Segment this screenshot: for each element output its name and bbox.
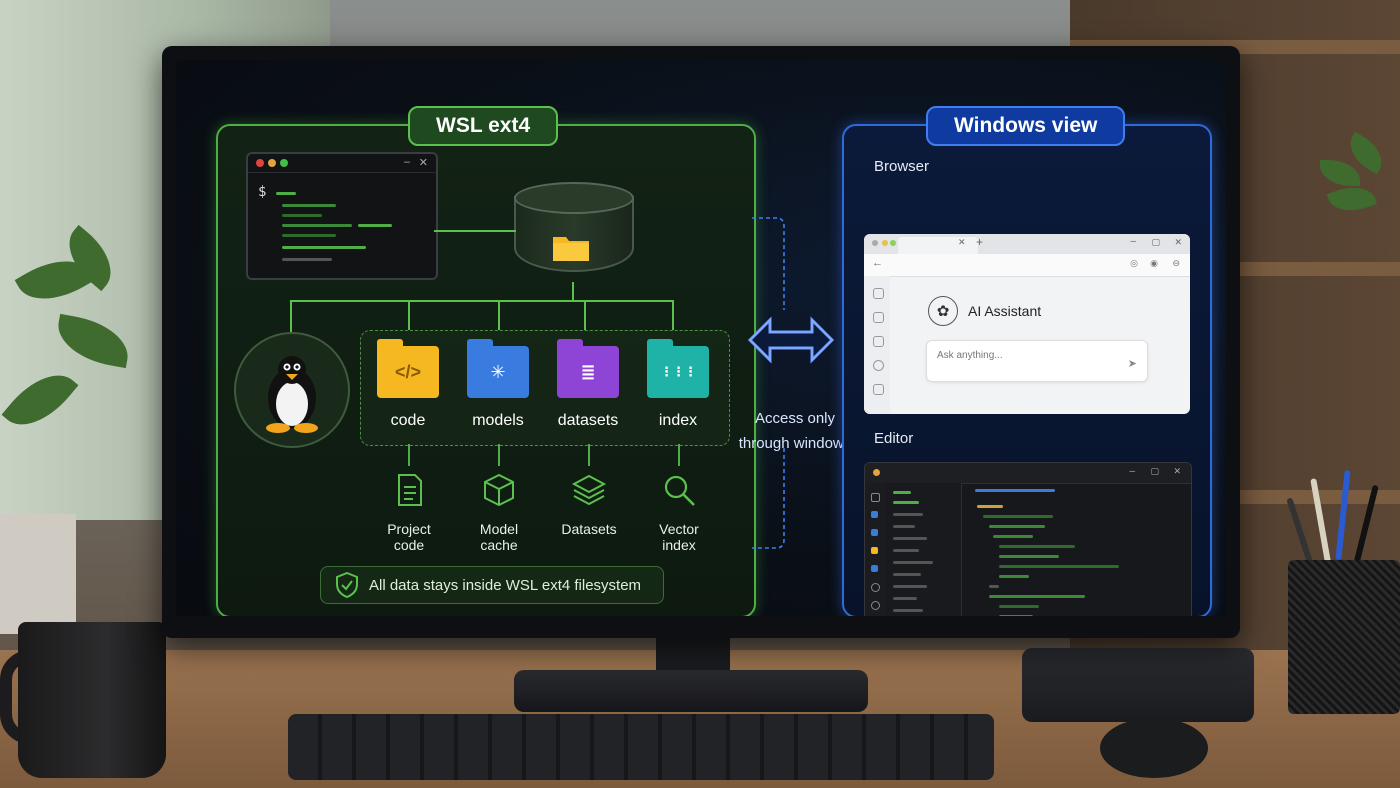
browser-label: Browser [874, 158, 930, 175]
windows-panel: Windows view Browser ✕ + – ▢ ✕ ← ◎ ◉ ⊖ ✿… [842, 106, 1212, 616]
folder-datasets[interactable]: ≣ datasets [548, 339, 628, 430]
back-arrow-icon[interactable]: ← [872, 257, 883, 269]
send-icon[interactable]: ➤ [1128, 357, 1137, 370]
mini-pc [1022, 648, 1254, 722]
folder-label: code [390, 412, 426, 429]
windows-panel-title: Windows view [926, 106, 1126, 146]
folder-label: index [658, 412, 698, 429]
layers-icon [571, 474, 607, 506]
data-stays-badge: All data stays inside WSL ext4 filesyste… [320, 566, 664, 604]
wsl-panel-title: WSL ext4 [408, 106, 559, 146]
minimize-icon[interactable]: – [1130, 236, 1136, 247]
keyboard [288, 714, 994, 780]
editor-activity-bar [865, 483, 885, 616]
double-arrow-icon [747, 316, 835, 364]
minimize-icon[interactable]: – [404, 156, 410, 168]
code-folder-icon: </> [377, 339, 439, 398]
maximize-dot-icon[interactable] [280, 159, 288, 167]
minimize-dot-icon[interactable] [268, 159, 276, 167]
editor-code-area [963, 483, 1191, 616]
sidebar-grid-icon[interactable] [873, 312, 884, 323]
cube-icon [484, 473, 514, 507]
terminal-titlebar: – ✕ [248, 154, 436, 173]
folder-index[interactable]: ⋮⋮⋮ index [638, 339, 718, 430]
storage-cylinder [514, 182, 634, 282]
close-icon[interactable]: ✕ [419, 156, 428, 169]
editor-window[interactable]: – ▢ ✕ [864, 462, 1192, 616]
plant-pot [0, 514, 76, 634]
assistant-logo-icon: ✿ [928, 296, 958, 326]
access-connector [747, 217, 835, 364]
assistant-title: AI Assistant [968, 303, 1042, 319]
minimize-icon[interactable]: – [1129, 466, 1135, 477]
terminal-prompt: $ [258, 184, 267, 200]
maximize-icon[interactable]: ▢ [1151, 237, 1160, 248]
close-dot-icon[interactable] [256, 159, 264, 167]
sidebar-home-icon[interactable] [873, 288, 884, 299]
sidebar-clock-icon[interactable] [873, 360, 884, 371]
new-tab-icon[interactable]: + [976, 235, 983, 249]
shield-check-icon [336, 572, 358, 598]
maximize-icon[interactable]: ▢ [1150, 466, 1159, 477]
assistant-header: ✿ AI Assistant [928, 296, 1041, 326]
wsl-panel: WSL ext4 – ✕ $ </> code ✳ models ≣ datas… [216, 106, 756, 616]
close-icon[interactable]: ✕ [1174, 237, 1182, 248]
folder-icon [553, 237, 589, 261]
database-folder-icon: ≣ [557, 339, 619, 398]
sub-item-project-code: Project code [364, 472, 454, 553]
folder-code[interactable]: </> code [368, 339, 448, 430]
shelf-plant [1310, 131, 1390, 260]
profile-icon[interactable]: ◉ [1150, 258, 1158, 269]
editor-file-tree [885, 483, 962, 616]
sub-item-model-cache: Model cache [454, 472, 544, 553]
ask-input[interactable]: Ask anything... ➤ [926, 340, 1148, 382]
penguin-icon [266, 356, 318, 433]
access-caption: Access only through windows [738, 410, 852, 452]
footer-text: All data stays inside WSL ext4 filesyste… [369, 576, 642, 594]
folder-models[interactable]: ✳ models [458, 339, 538, 430]
tab-close-icon[interactable]: ✕ [958, 237, 966, 248]
terminal-window[interactable]: – ✕ $ [246, 152, 438, 280]
linux-penguin-badge [234, 332, 350, 448]
sub-item-datasets: Datasets [544, 472, 634, 537]
editor-label: Editor [874, 430, 914, 447]
network-folder-icon: ✳ [467, 339, 529, 398]
sidebar-folder-icon[interactable] [873, 384, 884, 395]
mouse [1100, 718, 1208, 778]
folder-label: models [472, 412, 524, 429]
extension-icon[interactable]: ◎ [1130, 258, 1138, 269]
screen: WSL ext4 – ✕ $ </> code ✳ models ≣ datas… [176, 60, 1226, 616]
folder-label: datasets [557, 412, 619, 429]
magnifier-icon [664, 475, 695, 506]
ask-placeholder: Ask anything... [937, 350, 1003, 361]
browser-address-bar[interactable]: ← ◎ ◉ ⊖ [864, 254, 1190, 277]
access-connector-lower [752, 448, 785, 549]
monitor: WSL ext4 – ✕ $ </> code ✳ models ≣ datas… [162, 46, 1240, 638]
close-icon[interactable]: ✕ [1173, 466, 1181, 477]
coffee-mug [18, 622, 166, 778]
monitor-stand-base [514, 670, 868, 712]
menu-icon[interactable]: ⊖ [1172, 258, 1180, 269]
editor-dot-icon [873, 469, 880, 476]
sidebar-chat-icon[interactable] [873, 336, 884, 347]
browser-sidebar [864, 276, 890, 414]
browser-window[interactable]: ✕ + – ▢ ✕ ← ◎ ◉ ⊖ ✿ AI Assistant Ask any… [864, 234, 1190, 414]
document-icon [398, 474, 422, 506]
browser-tab-bar: ✕ + – ▢ ✕ [864, 234, 1190, 254]
editor-titlebar: – ▢ ✕ [865, 463, 1191, 484]
sub-item-vector-index: Vector index [634, 472, 724, 553]
grid-folder-icon: ⋮⋮⋮ [647, 339, 709, 398]
pen-holder [1288, 560, 1400, 714]
